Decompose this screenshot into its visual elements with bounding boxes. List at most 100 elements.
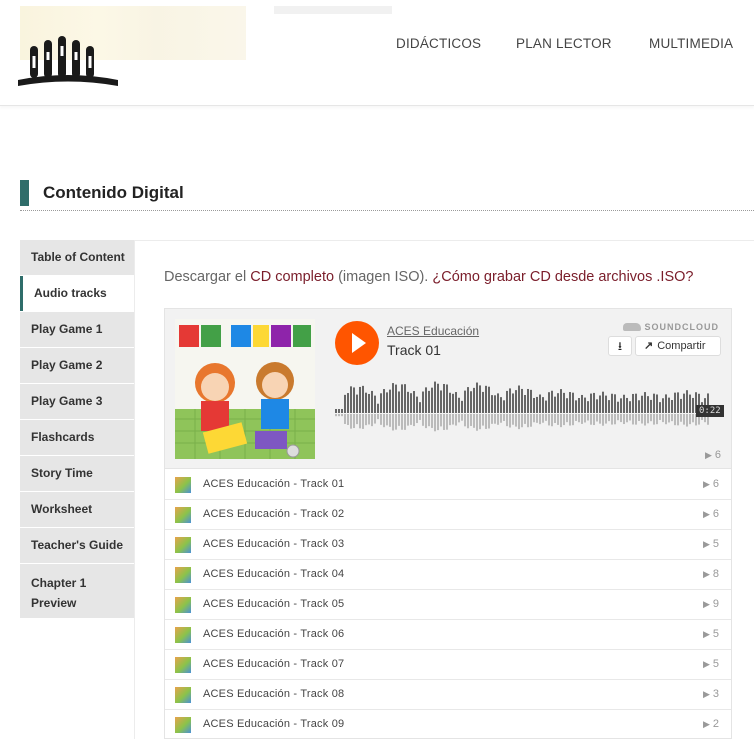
- sidebar-item-chapter-1-preview[interactable]: Chapter 1 Preview: [20, 564, 134, 618]
- waveform-reflection: [545, 414, 547, 421]
- waveform-reflection: [455, 414, 457, 426]
- track-item[interactable]: ACES Educación - Track 01 ▶ 6: [165, 470, 731, 500]
- waveform-reflection: [476, 414, 478, 431]
- download-prefix: Descargar el: [164, 269, 247, 285]
- waveform-reflection: [377, 414, 379, 420]
- waveform-reflection: [362, 414, 364, 429]
- track-item[interactable]: ACES Educación - Track 06 ▶ 5: [165, 620, 731, 650]
- waveform-reflection: [413, 414, 415, 427]
- waveform-reflection: [470, 414, 472, 426]
- iso-howto-link[interactable]: ¿Cómo grabar CD desde archivos .ISO?: [432, 269, 693, 285]
- share-button[interactable]: ↗ Compartir: [635, 336, 721, 356]
- waveform-bar: [605, 395, 607, 413]
- soundcloud-logo[interactable]: SOUNDCLOUD: [622, 322, 720, 332]
- track-name: ACES Educación - Track 05: [203, 598, 345, 610]
- waveform-bar: [359, 386, 361, 413]
- waveform-reflection: [653, 414, 655, 425]
- sidebar-item-worksheet[interactable]: Worksheet: [20, 492, 134, 527]
- waveform-bar: [635, 393, 637, 413]
- waveform-bar: [644, 392, 646, 413]
- waveform-reflection: [650, 414, 652, 422]
- track-play-count: ▶ 3: [703, 688, 719, 700]
- track-plays-value: 5: [712, 658, 719, 670]
- waveform-reflection: [392, 414, 394, 431]
- waveform-reflection: [350, 414, 352, 429]
- waveform-reflection: [614, 414, 616, 425]
- share-icon: ↗: [644, 340, 654, 352]
- waveform-bar: [521, 388, 523, 413]
- play-count-icon: ▶: [702, 659, 710, 669]
- track-item[interactable]: ACES Educación - Track 05 ▶ 9: [165, 590, 731, 620]
- play-button[interactable]: [335, 321, 379, 365]
- waveform-bar: [587, 401, 589, 413]
- waveform-reflection: [443, 414, 445, 430]
- nav-plan-lector[interactable]: PLAN LECTOR: [516, 36, 612, 51]
- waveform-bar: [590, 393, 592, 413]
- track-item[interactable]: ACES Educación - Track 09 ▶ 2: [165, 710, 731, 738]
- waveform-bar: [386, 392, 388, 413]
- waveform-bar: [404, 384, 406, 413]
- sidebar-item-flashcards[interactable]: Flashcards: [20, 420, 134, 455]
- waveform-reflection: [575, 414, 577, 421]
- waveform-reflection: [578, 414, 580, 423]
- download-text: Descargar el CD completo (imagen ISO). ¿…: [164, 269, 693, 285]
- track-item[interactable]: ACES Educación - Track 07 ▶ 5: [165, 650, 731, 680]
- track-item[interactable]: ACES Educación - Track 08 ▶ 3: [165, 680, 731, 710]
- sidebar-item-table-of-content[interactable]: Table of Content: [20, 240, 134, 275]
- waveform-reflection: [341, 414, 343, 417]
- track-item[interactable]: ACES Educación - Track 03 ▶ 5: [165, 530, 731, 560]
- waveform-reflection: [581, 414, 583, 424]
- cd-complete-link[interactable]: CD completo: [250, 269, 334, 285]
- waveform-reflection: [338, 414, 340, 417]
- site-header: DIDÁCTICOS PLAN LECTOR MULTIMEDIA: [0, 0, 754, 106]
- waveform-bar: [479, 385, 481, 413]
- sidebar-item-play-game-1[interactable]: Play Game 1: [20, 312, 134, 347]
- waveform-reflection: [410, 414, 412, 425]
- waveform-bar: [506, 390, 508, 413]
- waveform-bar: [608, 400, 610, 413]
- waveform-bar: [689, 394, 691, 413]
- waveform-bar: [599, 395, 601, 413]
- waveform[interactable]: [335, 367, 721, 437]
- waveform-reflection: [641, 414, 643, 424]
- track-item[interactable]: ACES Educación - Track 02 ▶ 6: [165, 500, 731, 530]
- waveform-reflection: [515, 414, 517, 427]
- waveform-reflection: [611, 414, 613, 425]
- waveform-reflection: [479, 414, 481, 430]
- sidebar-item-teachers-guide[interactable]: Teacher's Guide: [20, 528, 134, 563]
- waveform-bar: [473, 387, 475, 413]
- waveform-reflection: [398, 414, 400, 426]
- track-plays-value: 6: [712, 478, 719, 490]
- waveform-bar: [377, 403, 379, 413]
- nav-multimedia[interactable]: MULTIMEDIA: [649, 36, 733, 51]
- track-item[interactable]: ACES Educación - Track 04 ▶ 8: [165, 560, 731, 590]
- waveform-reflection: [572, 414, 574, 426]
- download-button[interactable]: ⭳: [608, 336, 632, 356]
- artist-link[interactable]: ACES Educación: [387, 324, 479, 338]
- content-divider: [134, 240, 754, 241]
- waveform-reflection: [533, 414, 535, 423]
- waveform-bar: [395, 384, 397, 413]
- sidebar-item-play-game-3[interactable]: Play Game 3: [20, 384, 134, 419]
- download-icon: ⭳: [617, 339, 623, 353]
- waveform-bar: [611, 393, 613, 413]
- sidebar-item-play-game-2[interactable]: Play Game 2: [20, 348, 134, 383]
- track-list: ACES Educación - Track 01 ▶ 6 ACES Educaci…: [165, 470, 731, 738]
- nav-didacticos[interactable]: DIDÁCTICOS: [396, 36, 481, 51]
- waveform-reflection: [419, 414, 421, 420]
- waveform-reflection: [647, 414, 649, 424]
- waveform-bar: [467, 387, 469, 413]
- waveform-reflection: [380, 414, 382, 425]
- download-middle: (imagen ISO).: [338, 269, 429, 285]
- waveform-reflection: [548, 414, 550, 426]
- track-play-count: ▶ 5: [703, 628, 719, 640]
- waveform-reflection: [587, 414, 589, 421]
- waveform-reflection: [638, 414, 640, 422]
- waveform-bar: [641, 395, 643, 413]
- track-thumbnail: [175, 507, 191, 523]
- sidebar-item-audio-tracks[interactable]: Audio tracks: [20, 276, 134, 311]
- sidebar-item-story-time[interactable]: Story Time: [20, 456, 134, 491]
- track-plays-value: 9: [712, 598, 719, 610]
- waveform-bar: [524, 394, 526, 413]
- waveform-bar: [464, 390, 466, 413]
